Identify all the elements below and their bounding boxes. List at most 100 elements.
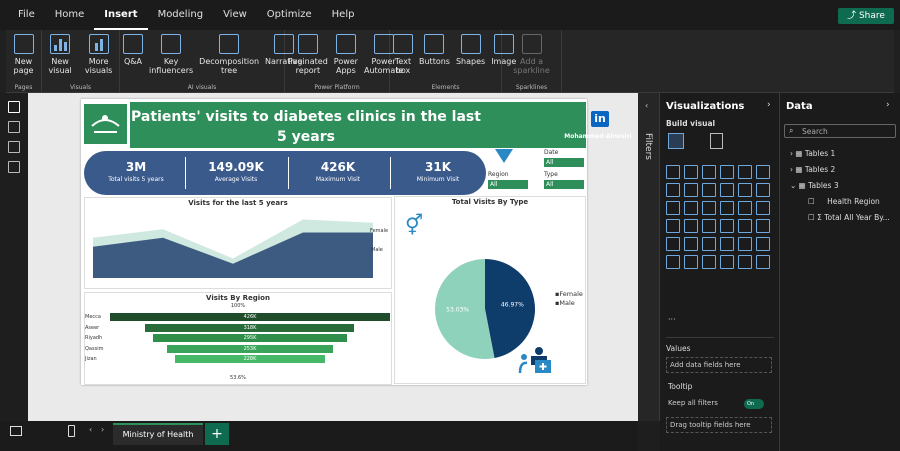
qna-visual-icon[interactable] — [684, 255, 698, 269]
add-data-field-well[interactable]: Add data fields here — [666, 357, 772, 373]
region-label: Mecca — [85, 314, 101, 320]
menu-modeling[interactable]: Modeling — [148, 0, 214, 30]
python-visual-icon[interactable] — [738, 237, 752, 251]
area-chart-icon[interactable] — [684, 183, 698, 197]
dax-query-icon[interactable] — [8, 161, 20, 173]
area-chart — [93, 219, 373, 278]
add-page-button[interactable]: + — [205, 423, 229, 445]
line-column-icon[interactable] — [720, 183, 734, 197]
buttons-button[interactable]: Buttons — [416, 30, 453, 82]
report-view-icon[interactable] — [8, 101, 20, 113]
key-influencers-button[interactable]: Key influencers — [146, 30, 196, 82]
power-automate-visual-icon[interactable] — [756, 255, 770, 269]
shapes-button[interactable]: Shapes — [453, 30, 488, 82]
share-button[interactable]: ⤴ Share — [838, 8, 894, 24]
add-sparkline-button[interactable]: Add a sparkline — [502, 30, 561, 82]
keep-filters-toggle[interactable]: On — [744, 399, 764, 409]
line-chart-icon[interactable] — [666, 183, 680, 197]
table-node-1[interactable]: › ▦ Tables 1 — [790, 149, 835, 158]
more-visuals-ellipsis[interactable]: ··· — [668, 315, 676, 324]
decomposition-visual-icon[interactable] — [666, 255, 680, 269]
scatter-icon[interactable] — [684, 201, 698, 215]
decomposition-tree-button[interactable]: Decomposition tree — [196, 30, 262, 82]
paginated-visual-icon[interactable] — [720, 255, 734, 269]
funnel-chart-icon[interactable] — [666, 201, 680, 215]
menu-file[interactable]: File — [8, 0, 45, 30]
stacked-bar-icon[interactable] — [666, 165, 680, 179]
filters-pane-collapsed[interactable]: ‹ Filters — [638, 93, 660, 421]
field-item-2[interactable]: ☐ Σ Total All Year By... — [808, 213, 890, 222]
pie-chart-icon[interactable] — [702, 201, 716, 215]
narrative-visual-icon[interactable] — [702, 255, 716, 269]
region-slicer[interactable]: All — [488, 180, 528, 189]
data-collapse-icon[interactable]: › — [886, 100, 890, 110]
stacked-area-icon[interactable] — [702, 183, 716, 197]
clustered-column-icon[interactable] — [720, 165, 734, 179]
filter-funnel-icon — [495, 149, 513, 163]
model-view-icon[interactable] — [8, 141, 20, 153]
next-page-icon[interactable]: › — [101, 425, 104, 434]
data-search[interactable]: ⌕ Search — [784, 124, 896, 138]
prev-page-icon[interactable]: ‹ — [89, 425, 92, 434]
table-node-2[interactable]: › ▦ Tables 2 — [790, 165, 835, 174]
new-visual-button[interactable]: New visual — [42, 30, 78, 82]
donut-card[interactable]: Total Visits By Type ⚥ 46.97% 53.03% ▪Fe… — [394, 196, 586, 384]
100-column-icon[interactable] — [756, 165, 770, 179]
donut-chart-icon[interactable] — [720, 201, 734, 215]
viz-collapse-icon[interactable]: › — [767, 100, 771, 110]
new-page-button[interactable]: New page — [6, 30, 41, 82]
ribbon-chart-icon[interactable] — [738, 183, 752, 197]
multi-row-card-icon[interactable] — [738, 219, 752, 233]
r-visual-icon[interactable] — [720, 237, 734, 251]
table-node-3[interactable]: ⌄ ▦ Tables 3 — [790, 181, 839, 190]
region-label: Jizan — [85, 356, 97, 362]
build-visual-tab[interactable] — [668, 133, 684, 149]
card-icon[interactable] — [720, 219, 734, 233]
desktop-layout-icon[interactable] — [10, 426, 22, 436]
azure-map-icon[interactable] — [684, 219, 698, 233]
text-box-button[interactable]: Text box — [390, 30, 416, 82]
type-slicer[interactable]: All — [544, 180, 584, 189]
matrix-icon[interactable] — [702, 237, 716, 251]
clustered-bar-icon[interactable] — [702, 165, 716, 179]
field-item-1[interactable]: ☐ Health Region — [808, 197, 880, 206]
kpi-icon[interactable] — [756, 219, 770, 233]
menu-view[interactable]: View — [213, 0, 257, 30]
slicer-icon[interactable] — [666, 237, 680, 251]
linkedin-icon[interactable]: in — [591, 111, 609, 127]
ribbon-group-visuals: New visual More visuals Visuals — [42, 30, 120, 93]
collapse-icon[interactable]: ‹ — [645, 101, 648, 110]
page-tab-ministry[interactable]: Ministry of Health — [113, 423, 203, 445]
menu-home[interactable]: Home — [45, 0, 95, 30]
paginated-report-button[interactable]: Paginated report — [285, 30, 331, 82]
filled-map-icon[interactable] — [666, 219, 680, 233]
gauge-icon[interactable] — [702, 219, 716, 233]
menu-optimize[interactable]: Optimize — [257, 0, 322, 30]
menu-help[interactable]: Help — [322, 0, 365, 30]
ribbon-group-sparklines: Add a sparkline Sparklines — [502, 30, 562, 93]
key-influencers-visual-icon[interactable] — [756, 237, 770, 251]
qna-button[interactable]: Q&A — [120, 30, 146, 82]
kpi-value: 149.09K — [208, 160, 264, 174]
table-view-icon[interactable] — [8, 121, 20, 133]
male-legend: Male — [371, 247, 383, 253]
power-apps-visual-icon[interactable] — [738, 255, 752, 269]
table-icon[interactable] — [684, 237, 698, 251]
date-slicer[interactable]: All — [544, 158, 584, 167]
menu-insert[interactable]: Insert — [94, 0, 148, 30]
100-bar-icon[interactable] — [738, 165, 752, 179]
tooltip-field-well[interactable]: Drag tooltip fields here — [666, 417, 772, 433]
power-apps-button[interactable]: Power Apps — [331, 30, 361, 82]
stacked-column-icon[interactable] — [684, 165, 698, 179]
funnel-card[interactable]: Visits By Region 100% Mecca 426K Aseer 318K… — [84, 292, 392, 385]
mobile-layout-icon[interactable] — [68, 425, 75, 437]
more-visuals-button[interactable]: More visuals — [78, 30, 119, 82]
format-visual-tab[interactable] — [710, 133, 723, 149]
waterfall-icon[interactable] — [756, 183, 770, 197]
funnel-row: Qassim 253K — [85, 344, 393, 354]
treemap-icon[interactable] — [738, 201, 752, 215]
map-icon[interactable] — [756, 201, 770, 215]
right-panes: ‹ Filters Visualizations › Build visual … — [638, 93, 900, 451]
area-chart-card[interactable]: Visits for the last 5 years Female Male — [84, 197, 392, 289]
kpi-label: Average Visits — [214, 176, 258, 183]
